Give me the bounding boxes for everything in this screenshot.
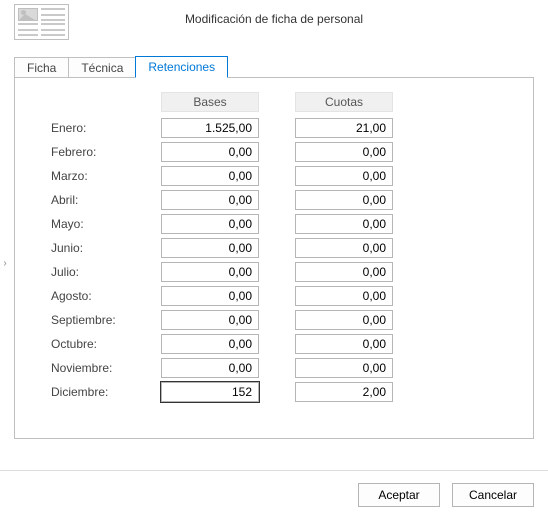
- tab-tecnica[interactable]: Técnica: [68, 57, 136, 78]
- month-row: Mayo:: [51, 214, 497, 234]
- month-row: Enero:: [51, 118, 497, 138]
- separator: [0, 470, 548, 471]
- column-header-cuotas: Cuotas: [295, 92, 393, 112]
- dialog-buttons: Aceptar Cancelar: [358, 483, 534, 507]
- bases-input[interactable]: [161, 334, 259, 354]
- cuotas-input[interactable]: [295, 334, 393, 354]
- month-row: Julio:: [51, 262, 497, 282]
- month-row: Septiembre:: [51, 310, 497, 330]
- cuotas-input[interactable]: [295, 166, 393, 186]
- bases-input[interactable]: [161, 142, 259, 162]
- expand-handle[interactable]: ›: [0, 253, 10, 273]
- month-label: Enero:: [51, 121, 161, 135]
- cuotas-input[interactable]: [295, 262, 393, 282]
- month-label: Abril:: [51, 193, 161, 207]
- cuotas-input[interactable]: [295, 310, 393, 330]
- cuotas-input[interactable]: [295, 190, 393, 210]
- bases-input[interactable]: [161, 358, 259, 378]
- retenciones-panel: Bases Cuotas Enero: Febrero: Marzo: Abril: M…: [14, 77, 534, 439]
- month-label: Julio:: [51, 265, 161, 279]
- month-row: Octubre:: [51, 334, 497, 354]
- bases-input[interactable]: [161, 190, 259, 210]
- bases-input[interactable]: [161, 310, 259, 330]
- month-row: Junio:: [51, 238, 497, 258]
- accept-button[interactable]: Aceptar: [358, 483, 440, 507]
- tab-retenciones[interactable]: Retenciones: [135, 56, 228, 78]
- cancel-button[interactable]: Cancelar: [452, 483, 534, 507]
- cuotas-input[interactable]: [295, 214, 393, 234]
- month-label: Noviembre:: [51, 361, 161, 375]
- cuotas-input[interactable]: [295, 142, 393, 162]
- month-label: Diciembre:: [51, 385, 161, 399]
- month-row: Diciembre:: [51, 382, 497, 402]
- bases-input[interactable]: [161, 118, 259, 138]
- cuotas-input[interactable]: [295, 286, 393, 306]
- month-label: Junio:: [51, 241, 161, 255]
- cuotas-input[interactable]: [295, 358, 393, 378]
- month-label: Mayo:: [51, 217, 161, 231]
- month-label: Septiembre:: [51, 313, 161, 327]
- month-label: Agosto:: [51, 289, 161, 303]
- month-label: Octubre:: [51, 337, 161, 351]
- bases-input[interactable]: [161, 238, 259, 258]
- cuotas-input[interactable]: [295, 118, 393, 138]
- month-row: Febrero:: [51, 142, 497, 162]
- bases-input[interactable]: [161, 286, 259, 306]
- column-headers: Bases Cuotas: [51, 92, 497, 112]
- month-label: Marzo:: [51, 169, 161, 183]
- dialog-title: Modificación de ficha de personal: [0, 12, 548, 26]
- cuotas-input[interactable]: [295, 238, 393, 258]
- bases-input[interactable]: [161, 382, 259, 402]
- bases-input[interactable]: [161, 262, 259, 282]
- month-label: Febrero:: [51, 145, 161, 159]
- month-row: Marzo:: [51, 166, 497, 186]
- month-row: Noviembre:: [51, 358, 497, 378]
- column-header-bases: Bases: [161, 92, 259, 112]
- month-row: Agosto:: [51, 286, 497, 306]
- tab-ficha[interactable]: Ficha: [14, 57, 69, 78]
- bases-input[interactable]: [161, 166, 259, 186]
- month-row: Abril:: [51, 190, 497, 210]
- bases-input[interactable]: [161, 214, 259, 234]
- tab-bar: Ficha Técnica Retenciones: [14, 56, 227, 78]
- cuotas-input[interactable]: [295, 382, 393, 402]
